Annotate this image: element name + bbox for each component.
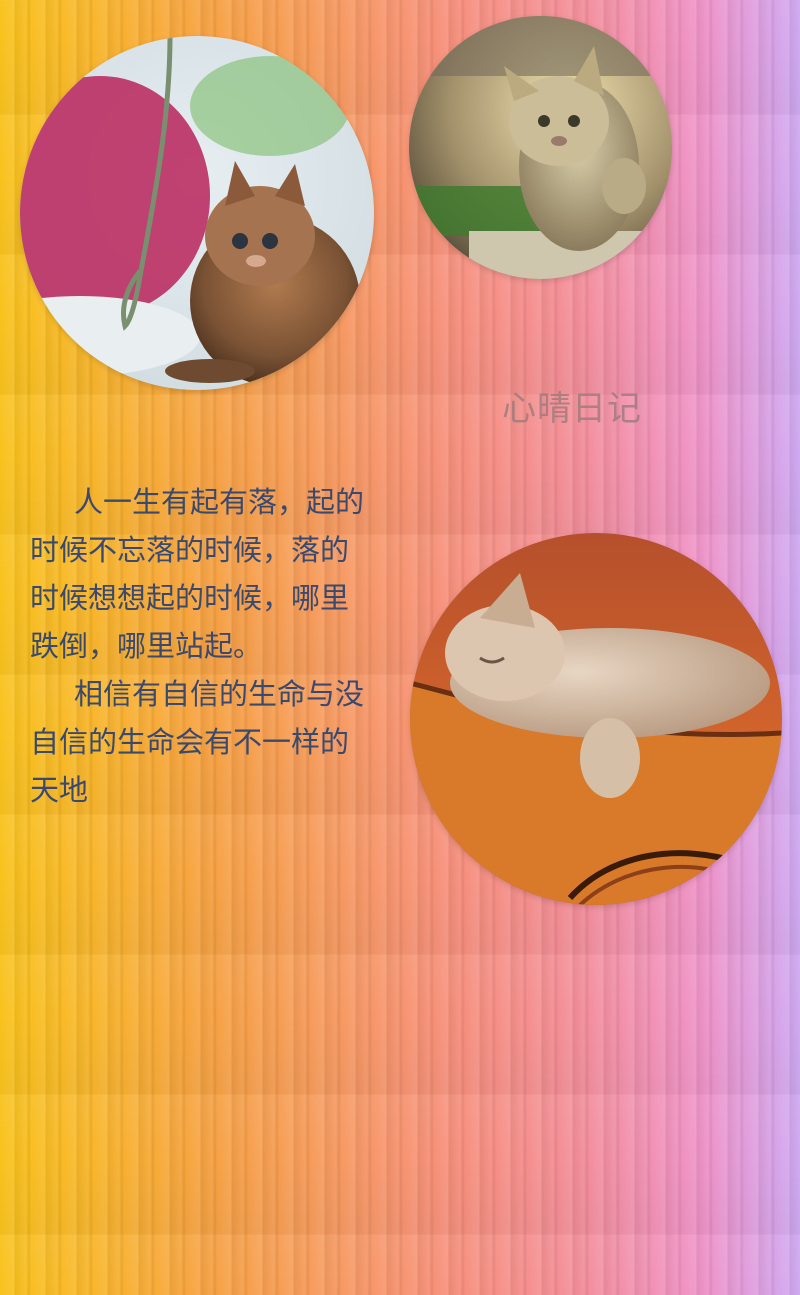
kitten-photo-icon <box>20 36 374 390</box>
kitten-paw-photo <box>409 16 672 279</box>
diary-page: 心晴日记 人一生有起有落，起的时候不忘落的时候，落的时候想想起的时候，哪里跌倒，… <box>0 0 800 1295</box>
kitten-photo-icon <box>410 533 782 905</box>
kitten-string-photo <box>20 36 374 390</box>
diary-text: 人一生有起有落，起的时候不忘落的时候，落的时候想想起的时候，哪里跌倒，哪里站起。… <box>30 478 372 814</box>
diary-paragraph-1: 人一生有起有落，起的时候不忘落的时候，落的时候想想起的时候，哪里跌倒，哪里站起。 <box>30 485 365 663</box>
diary-paragraph-2: 相信有自信的生命与没自信的生命会有不一样的天地 <box>30 677 365 807</box>
kitten-sleeping-photo <box>410 533 782 905</box>
diary-title: 心晴日记 <box>502 389 642 429</box>
kitten-photo-icon <box>409 16 672 279</box>
